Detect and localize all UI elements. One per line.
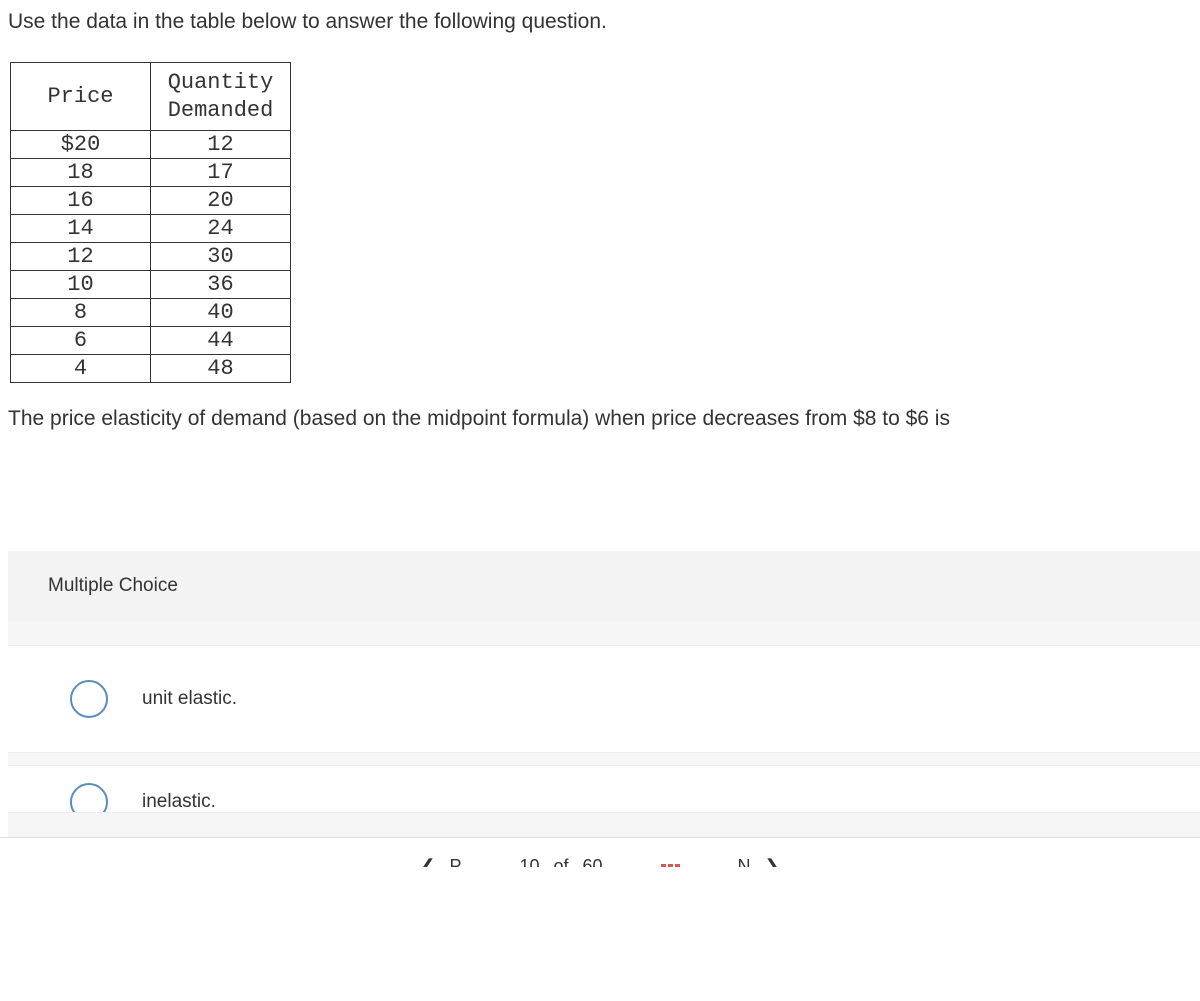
prev-label[interactable]: P [449, 856, 461, 867]
table-row: 1036 [11, 271, 291, 299]
radio-icon[interactable] [70, 783, 108, 813]
table-row: 1817 [11, 159, 291, 187]
table-row: 644 [11, 327, 291, 355]
data-table: Price Quantity Demanded $2012 1817 1620 … [10, 62, 291, 383]
qty-header-line1: Quantity [168, 70, 274, 95]
next-label[interactable]: N [738, 856, 751, 867]
cell-qty: 24 [151, 215, 291, 243]
table-row: 840 [11, 299, 291, 327]
cell-qty: 40 [151, 299, 291, 327]
table-row: 1424 [11, 215, 291, 243]
cell-qty: 44 [151, 327, 291, 355]
cell-price: 6 [11, 327, 151, 355]
page-current: 10 [519, 856, 539, 867]
choice-label: inelastic. [142, 791, 216, 813]
cell-price: 10 [11, 271, 151, 299]
cell-qty: 12 [151, 131, 291, 159]
cell-price: 8 [11, 299, 151, 327]
choices-container: unit elastic. inelastic. [8, 621, 1200, 837]
chevron-left-icon[interactable]: ❮ [420, 856, 435, 867]
choice-option[interactable]: unit elastic. [8, 645, 1200, 753]
cell-price: 16 [11, 187, 151, 215]
cell-qty: 20 [151, 187, 291, 215]
qty-header-line2: Demanded [168, 98, 274, 123]
cell-qty: 48 [151, 355, 291, 383]
grid-icon[interactable] [661, 864, 680, 867]
table-row: 1620 [11, 187, 291, 215]
cell-price: 14 [11, 215, 151, 243]
page-of: of [554, 856, 569, 867]
instruction-text: Use the data in the table below to answe… [8, 10, 1192, 34]
cell-price: 4 [11, 355, 151, 383]
cell-price: 18 [11, 159, 151, 187]
question-text: The price elasticity of demand (based on… [8, 407, 1192, 431]
cell-price: 12 [11, 243, 151, 271]
table-row: $2012 [11, 131, 291, 159]
cell-price: $20 [11, 131, 151, 159]
table-row: 1230 [11, 243, 291, 271]
chevron-right-icon[interactable]: ❯ [765, 856, 780, 867]
cell-qty: 17 [151, 159, 291, 187]
multiple-choice-heading: Multiple Choice [8, 551, 1200, 621]
cell-qty: 36 [151, 271, 291, 299]
choice-option[interactable]: inelastic. [8, 765, 1200, 813]
table-header-quantity: Quantity Demanded [151, 63, 291, 131]
table-header-price: Price [11, 63, 151, 131]
choice-label: unit elastic. [142, 688, 237, 710]
page-total: 60 [583, 856, 603, 867]
table-row: 448 [11, 355, 291, 383]
radio-icon[interactable] [70, 680, 108, 718]
cell-qty: 30 [151, 243, 291, 271]
bottom-nav: ❮ P 10 of 60 N ❯ [0, 837, 1200, 867]
